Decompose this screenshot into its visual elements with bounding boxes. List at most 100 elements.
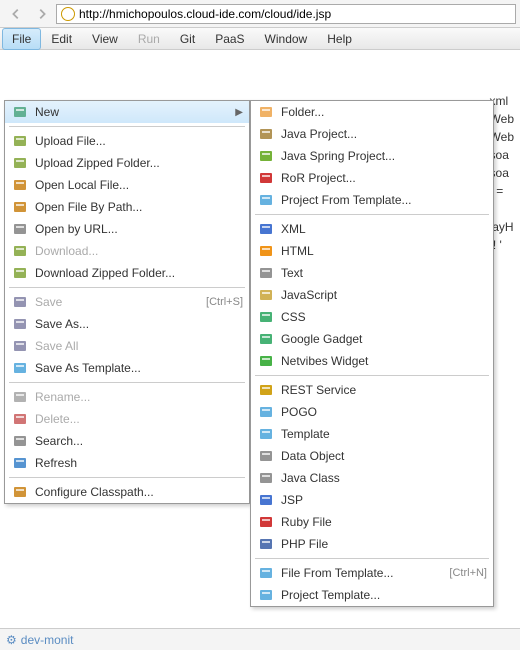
menu-item-label: Open by URL...	[35, 222, 118, 236]
menu-file[interactable]: File	[2, 28, 41, 50]
menu-item-label: Search...	[35, 434, 83, 448]
menu-item-label: Text	[281, 266, 303, 280]
new-item-ror-project[interactable]: RoR Project...	[251, 167, 493, 189]
separator	[9, 287, 245, 288]
url-bar[interactable]	[56, 4, 516, 24]
menu-item-label: Upload Zipped Folder...	[35, 156, 160, 170]
menu-item-label: Project From Template...	[281, 193, 412, 207]
new-item-text[interactable]: Text	[251, 262, 493, 284]
file-item-upload-file[interactable]: Upload File...	[5, 130, 249, 152]
new-item-javascript[interactable]: JavaScript	[251, 284, 493, 306]
menu-item-label: Save	[35, 295, 62, 309]
new-item-html[interactable]: HTML	[251, 240, 493, 262]
open-icon	[11, 199, 29, 215]
menu-item-label: Download Zipped Folder...	[35, 266, 175, 280]
menubar: FileEditViewRunGitPaaSWindowHelp	[0, 28, 520, 50]
new-item-ruby-file[interactable]: Ruby File	[251, 511, 493, 533]
back-button[interactable]	[4, 2, 28, 26]
menu-paas[interactable]: PaaS	[205, 28, 254, 50]
new-item-project-template[interactable]: Project Template...	[251, 584, 493, 606]
separator	[255, 558, 489, 559]
menu-item-label: POGO	[281, 405, 317, 419]
menu-item-label: Google Gadget	[281, 332, 362, 346]
menu-item-label: Java Class	[281, 471, 340, 485]
menu-item-label: XML	[281, 222, 306, 236]
menu-item-label: Java Project...	[281, 127, 357, 141]
file-item-download-zipped-folder[interactable]: Download Zipped Folder...	[5, 262, 249, 284]
new-item-google-gadget[interactable]: Google Gadget	[251, 328, 493, 350]
shortcut: [Ctrl+S]	[206, 296, 243, 308]
spring-icon	[257, 148, 275, 164]
new-item-xml[interactable]: XML	[251, 218, 493, 240]
menu-item-label: Folder...	[281, 105, 324, 119]
status-bar: ⚙ dev-monit	[0, 628, 520, 650]
new-item-rest-service[interactable]: REST Service	[251, 379, 493, 401]
new-item-css[interactable]: CSS	[251, 306, 493, 328]
file-item-download: Download...	[5, 240, 249, 262]
save-icon	[11, 338, 29, 354]
new-item-data-object[interactable]: Data Object	[251, 445, 493, 467]
menu-item-label: Upload File...	[35, 134, 106, 148]
menu-view[interactable]: View	[82, 28, 128, 50]
menu-item-label: Save All	[35, 339, 78, 353]
down-icon	[11, 243, 29, 259]
menu-item-label: CSS	[281, 310, 306, 324]
new-item-php-file[interactable]: PHP File	[251, 533, 493, 555]
file-item-search[interactable]: Search...	[5, 430, 249, 452]
file-item-save-as[interactable]: Save As...	[5, 313, 249, 335]
menu-help[interactable]: Help	[317, 28, 362, 50]
menu-item-label: Ruby File	[281, 515, 332, 529]
new-item-file-from-template[interactable]: File From Template...[Ctrl+N]	[251, 562, 493, 584]
file-item-configure-classpath[interactable]: Configure Classpath...	[5, 481, 249, 503]
file-item-save: Save [Ctrl+S]	[5, 291, 249, 313]
file-item-refresh[interactable]: Refresh	[5, 452, 249, 474]
file-item-open-file-by-path[interactable]: Open File By Path...	[5, 196, 249, 218]
menu-run[interactable]: Run	[128, 28, 170, 50]
pogo-icon	[257, 404, 275, 420]
new-item-project-from-template[interactable]: Project From Template...	[251, 189, 493, 211]
menu-item-label: Refresh	[35, 456, 77, 470]
file-item-upload-zipped-folder[interactable]: Upload Zipped Folder...	[5, 152, 249, 174]
menu-edit[interactable]: Edit	[41, 28, 82, 50]
menu-item-label: Save As...	[35, 317, 89, 331]
gear-icon: ⚙	[6, 633, 17, 647]
search-icon	[11, 433, 29, 449]
tmpl-icon	[257, 565, 275, 581]
new-item-jsp[interactable]: JSP	[251, 489, 493, 511]
cls-icon	[11, 484, 29, 500]
new-item-java-spring-project[interactable]: Java Spring Project...	[251, 145, 493, 167]
menu-item-label: PHP File	[281, 537, 328, 551]
new-item-netvibes-widget[interactable]: Netvibes Widget	[251, 350, 493, 372]
file-item-open-local-file[interactable]: Open Local File...	[5, 174, 249, 196]
menu-window[interactable]: Window	[255, 28, 318, 50]
data-icon	[257, 448, 275, 464]
menu-item-label: HTML	[281, 244, 314, 258]
file-item-rename: Rename...	[5, 386, 249, 408]
forward-button[interactable]	[30, 2, 54, 26]
url-input[interactable]	[79, 7, 511, 21]
menu-item-label: Delete...	[35, 412, 80, 426]
file-item-new[interactable]: New▶	[5, 101, 249, 123]
new-item-template[interactable]: Template	[251, 423, 493, 445]
menu-item-label: Project Template...	[281, 588, 380, 602]
new-item-java-project[interactable]: Java Project...	[251, 123, 493, 145]
jclass-icon	[257, 470, 275, 486]
file-item-open-by-url[interactable]: Open by URL...	[5, 218, 249, 240]
php-icon	[257, 536, 275, 552]
file-menu: New▶ Upload File... Upload Zipped Folder..…	[4, 100, 250, 504]
tmpl-icon	[11, 360, 29, 376]
file-item-save-as-template[interactable]: Save As Template...	[5, 357, 249, 379]
shortcut: [Ctrl+N]	[449, 567, 487, 579]
save-icon	[11, 294, 29, 310]
new-item-pogo[interactable]: POGO	[251, 401, 493, 423]
ruby-icon	[257, 170, 275, 186]
del-icon	[11, 411, 29, 427]
new-item-folder[interactable]: Folder...	[251, 101, 493, 123]
menu-git[interactable]: Git	[170, 28, 205, 50]
file-item-delete: Delete...	[5, 408, 249, 430]
submenu-arrow-icon: ▶	[235, 107, 243, 118]
menu-item-label: Template	[281, 427, 330, 441]
tmpl-icon	[257, 426, 275, 442]
new-item-java-class[interactable]: Java Class	[251, 467, 493, 489]
tmpl-icon	[257, 587, 275, 603]
